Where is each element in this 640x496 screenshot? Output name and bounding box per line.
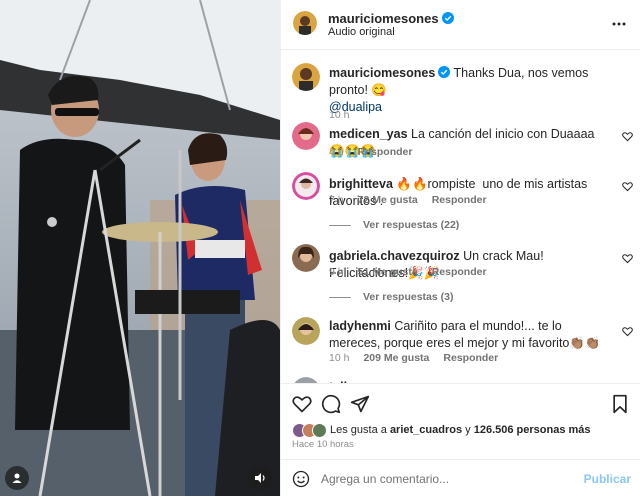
comment-time[interactable]: 4 h bbox=[329, 146, 344, 158]
comment-likes[interactable]: 51 Me gusta bbox=[358, 266, 418, 278]
sound-toggle-button[interactable] bbox=[248, 466, 272, 490]
liker-avatar bbox=[312, 423, 327, 438]
verified-icon bbox=[441, 12, 454, 24]
likes-middle: y bbox=[465, 424, 471, 436]
more-icon[interactable] bbox=[611, 16, 627, 32]
comment-meta: 7 h 72 Me gusta Responder bbox=[329, 194, 501, 206]
bookmark-icon[interactable] bbox=[610, 394, 630, 414]
comment-composer: Publicar bbox=[281, 459, 640, 496]
likes-prefix: Les gusta a bbox=[330, 424, 387, 436]
heart-icon[interactable] bbox=[292, 394, 312, 414]
header-username[interactable]: mauriciomesones bbox=[328, 11, 454, 26]
caption-meta: 10 h bbox=[329, 109, 363, 121]
avatar[interactable] bbox=[293, 11, 317, 35]
comment-username[interactable]: ladyhenmi bbox=[329, 319, 391, 333]
likes-user[interactable]: ariet_cuadros bbox=[390, 424, 462, 436]
comment-likes[interactable]: 209 Me gusta bbox=[363, 352, 429, 364]
avatar[interactable] bbox=[292, 63, 320, 91]
emoji-icon[interactable] bbox=[292, 470, 310, 488]
avatar[interactable] bbox=[292, 317, 320, 345]
comment-likes[interactable]: 72 Me gusta bbox=[358, 194, 418, 206]
replies-divider bbox=[329, 296, 351, 298]
caption-username[interactable]: mauriciomesones bbox=[329, 66, 435, 80]
comment-time[interactable]: 9 h bbox=[329, 266, 344, 278]
likes-summary[interactable]: Les gusta a ariet_cuadros y 126.506 pers… bbox=[292, 421, 632, 441]
comment-meta: 10 h 209 Me gusta Responder bbox=[329, 352, 512, 364]
caption-text: mauriciomesones Thanks Dua, nos vemos pr… bbox=[329, 65, 607, 116]
likes-count[interactable]: 126.506 personas más bbox=[474, 424, 591, 436]
reply-button[interactable]: Responder bbox=[432, 266, 487, 278]
comment-time[interactable]: 10 h bbox=[329, 352, 349, 364]
share-icon[interactable] bbox=[350, 394, 370, 414]
comment-icon[interactable] bbox=[321, 394, 341, 414]
likes-text: Les gusta a ariet_cuadros y 126.506 pers… bbox=[330, 424, 591, 436]
post-button[interactable]: Publicar bbox=[584, 472, 631, 486]
post-header: mauriciomesones Audio original bbox=[281, 0, 640, 50]
sound-icon bbox=[255, 473, 265, 483]
comment-input[interactable] bbox=[321, 472, 571, 486]
heart-icon[interactable] bbox=[622, 131, 633, 142]
comment-text: ladyhenmi Cariñito para el mundo!... te … bbox=[329, 318, 607, 352]
verified-icon bbox=[438, 66, 451, 78]
comment-meta: 4 h Responder bbox=[329, 146, 426, 158]
user-tag-icon bbox=[12, 473, 22, 483]
heart-icon[interactable] bbox=[622, 181, 633, 192]
reply-button[interactable]: Responder bbox=[358, 146, 413, 158]
reply-button[interactable]: Responder bbox=[443, 352, 498, 364]
action-bar bbox=[281, 383, 640, 423]
heart-icon[interactable] bbox=[622, 253, 633, 264]
comment-username[interactable]: gabriela.chavezquiroz bbox=[329, 249, 460, 263]
heart-icon[interactable] bbox=[622, 326, 633, 337]
comments-list[interactable]: mauriciomesones Thanks Dua, nos vemos pr… bbox=[281, 51, 640, 383]
comment-time[interactable]: 7 h bbox=[329, 194, 344, 206]
reply-button[interactable]: Responder bbox=[432, 194, 487, 206]
view-replies-button[interactable]: Ver respuestas (3) bbox=[329, 291, 453, 303]
caption-time[interactable]: 10 h bbox=[329, 109, 349, 121]
concert-photo bbox=[0, 0, 280, 496]
comment-username[interactable]: brighitteva bbox=[329, 177, 393, 191]
comment-username[interactable]: medicen_yas bbox=[329, 127, 408, 141]
post-panel: mauriciomesones Audio original mauriciom… bbox=[280, 0, 640, 496]
audio-label[interactable]: Audio original bbox=[328, 26, 395, 38]
avatar[interactable] bbox=[292, 122, 320, 150]
view-replies-label[interactable]: Ver respuestas (3) bbox=[363, 291, 453, 303]
user-tag-button[interactable] bbox=[5, 466, 29, 490]
comment-meta: 9 h 51 Me gusta Responder bbox=[329, 266, 501, 278]
view-replies-label[interactable]: Ver respuestas (22) bbox=[363, 219, 459, 231]
post-time[interactable]: Hace 10 horas bbox=[292, 439, 354, 450]
username-text[interactable]: mauriciomesones bbox=[328, 11, 439, 26]
replies-divider bbox=[329, 224, 351, 226]
view-replies-button[interactable]: Ver respuestas (22) bbox=[329, 219, 459, 231]
post-media[interactable] bbox=[0, 0, 280, 496]
avatar[interactable] bbox=[292, 172, 320, 200]
avatar[interactable] bbox=[292, 244, 320, 272]
